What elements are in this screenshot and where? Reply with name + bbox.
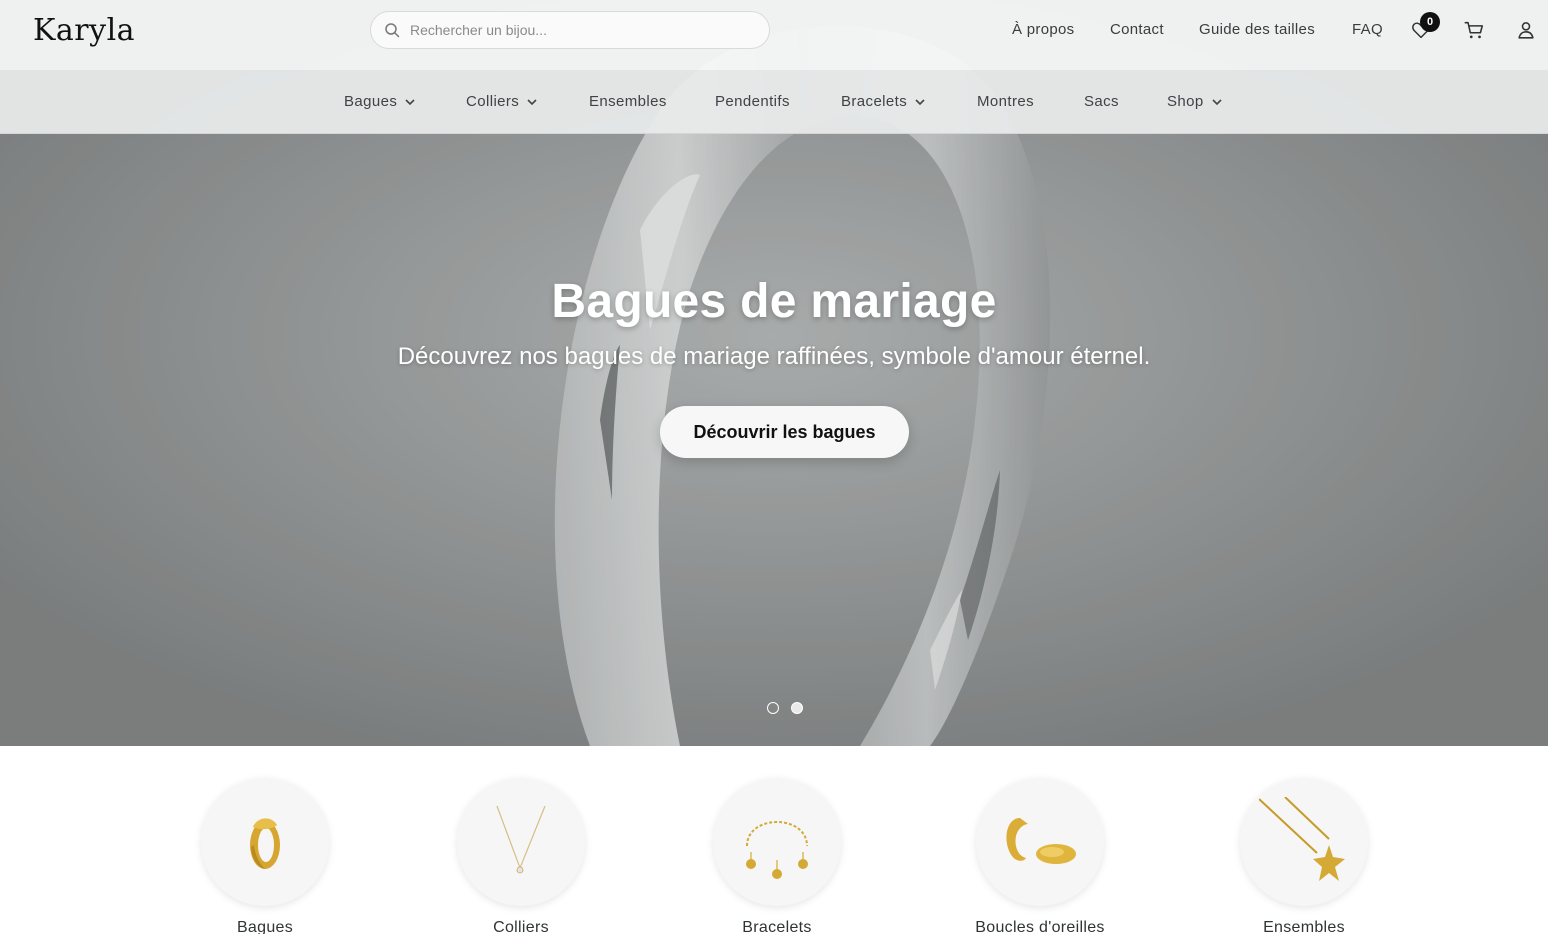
nav-item-label: Sacs bbox=[1084, 93, 1119, 110]
necklace-icon bbox=[496, 805, 546, 874]
search-icon bbox=[385, 23, 400, 38]
chevron-down-icon bbox=[405, 98, 415, 105]
nav-item-sacs[interactable]: Sacs bbox=[1084, 93, 1119, 110]
chevron-down-icon bbox=[527, 98, 537, 105]
nav-item-label: Bagues bbox=[344, 93, 398, 110]
nav-item-montres[interactable]: Montres bbox=[977, 93, 1034, 110]
hero-title: Bagues de mariage bbox=[551, 275, 997, 328]
nav-item-bagues[interactable]: Bagues bbox=[344, 93, 416, 110]
starfish-necklace-icon bbox=[1259, 797, 1345, 881]
category-nav: Bagues Colliers Ensembles Pendentifs Bra… bbox=[0, 70, 1548, 134]
nav-item-label: Colliers bbox=[466, 93, 520, 110]
category-image bbox=[457, 778, 585, 906]
category-label: Bagues bbox=[236, 919, 294, 934]
chevron-down-icon bbox=[915, 98, 925, 105]
gold-ring-icon bbox=[250, 818, 280, 869]
nav-item-bracelets[interactable]: Bracelets bbox=[841, 93, 926, 110]
hoop-earrings-icon bbox=[1006, 818, 1076, 864]
category-label: Boucles d'oreilles bbox=[975, 919, 1105, 934]
category-image bbox=[1240, 778, 1368, 906]
carousel-dot-2[interactable] bbox=[791, 702, 803, 714]
category-image bbox=[713, 778, 841, 906]
category-label: Bracelets bbox=[742, 919, 812, 934]
category-image bbox=[201, 778, 329, 906]
nav-item-colliers[interactable]: Colliers bbox=[466, 93, 538, 110]
category-image bbox=[976, 778, 1104, 906]
hero-subtitle: Découvrez nos bagues de mariage raffinée… bbox=[397, 343, 1151, 370]
wishlist-count-badge: 0 bbox=[1420, 12, 1440, 32]
nav-item-ensembles[interactable]: Ensembles bbox=[589, 93, 667, 110]
nav-item-label: Montres bbox=[977, 93, 1034, 110]
discover-rings-button[interactable]: Découvrir les bagues bbox=[660, 406, 909, 458]
brand-logo[interactable]: Karyla bbox=[33, 13, 135, 48]
charm-bracelet-icon bbox=[746, 821, 808, 879]
search-input[interactable] bbox=[410, 22, 750, 38]
search-bar[interactable] bbox=[370, 11, 770, 49]
cart-icon[interactable] bbox=[1463, 19, 1485, 41]
size-guide-link[interactable]: Guide des tailles bbox=[1199, 21, 1315, 38]
nav-item-pendentifs[interactable]: Pendentifs bbox=[715, 93, 790, 110]
nav-item-label: Pendentifs bbox=[715, 93, 790, 110]
contact-link[interactable]: Contact bbox=[1110, 21, 1164, 38]
faq-link[interactable]: FAQ bbox=[1352, 21, 1383, 38]
category-label: Ensembles bbox=[1263, 919, 1345, 934]
category-label: Colliers bbox=[493, 919, 549, 934]
top-header: Karyla À propos Contact Guide des taille… bbox=[0, 0, 1548, 70]
chevron-down-icon bbox=[1212, 98, 1222, 105]
about-link[interactable]: À propos bbox=[1012, 21, 1074, 38]
user-icon[interactable] bbox=[1515, 19, 1537, 41]
nav-item-label: Ensembles bbox=[589, 93, 667, 110]
carousel-dot-1[interactable] bbox=[767, 702, 779, 714]
nav-item-label: Shop bbox=[1167, 93, 1204, 110]
nav-item-label: Bracelets bbox=[841, 93, 908, 110]
nav-item-shop[interactable]: Shop bbox=[1167, 93, 1223, 110]
